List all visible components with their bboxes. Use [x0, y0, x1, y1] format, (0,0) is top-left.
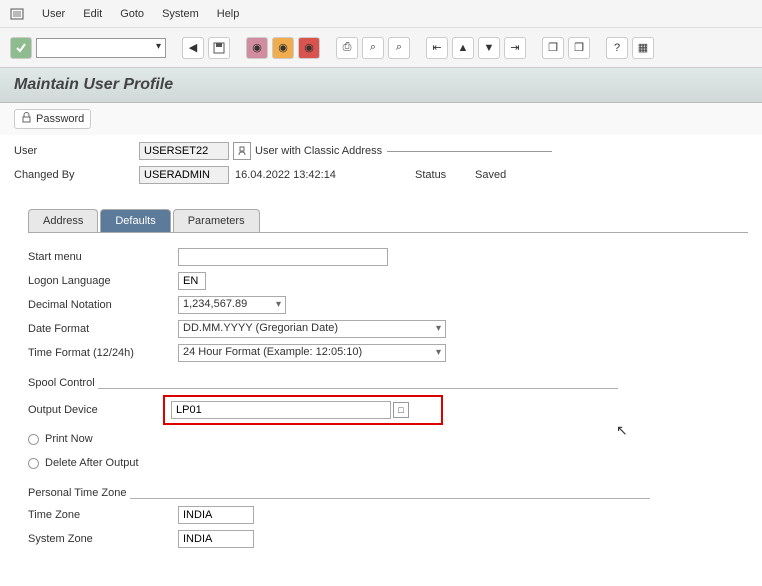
- menu-system[interactable]: System: [162, 8, 199, 20]
- back-btn-icon[interactable]: ◉: [246, 37, 268, 59]
- start-menu-field[interactable]: [178, 248, 388, 266]
- decimal-label: Decimal Notation: [28, 299, 178, 311]
- prev-page-icon[interactable]: ▲: [452, 37, 474, 59]
- find-next-icon[interactable]: ⌕: [388, 37, 410, 59]
- find-icon[interactable]: ⌕: [362, 37, 384, 59]
- tab-content-defaults: Start menu Logon Language Decimal Notati…: [0, 233, 762, 567]
- status-value: Saved: [475, 169, 506, 181]
- timezone-field[interactable]: [178, 506, 254, 524]
- tab-address[interactable]: Address: [28, 209, 98, 232]
- logon-lang-field[interactable]: [178, 272, 206, 290]
- time-format-dropdown[interactable]: 24 Hour Format (Example: 12:05:10): [178, 344, 446, 362]
- print-now-label: Print Now: [45, 433, 93, 445]
- tab-strip: Address Defaults Parameters: [28, 201, 748, 233]
- user-info-icon[interactable]: [233, 142, 251, 160]
- page-title: Maintain User Profile: [0, 68, 762, 103]
- user-field: [139, 142, 229, 160]
- user-label: User: [14, 145, 139, 157]
- menu-user[interactable]: User: [42, 8, 65, 20]
- changed-ts: 16.04.2022 13:42:14: [235, 169, 375, 181]
- layout-menu-icon[interactable]: ▦: [632, 37, 654, 59]
- delete-after-radio[interactable]: [28, 458, 39, 469]
- search-help-icon[interactable]: □: [393, 402, 409, 418]
- print-icon[interactable]: ⎙: [336, 37, 358, 59]
- password-label: Password: [36, 113, 84, 125]
- save-icon[interactable]: [208, 37, 230, 59]
- toolbar: ◀ ◉ ◉ ◉ ⎙ ⌕ ⌕ ⇤ ▲ ▼ ⇥ ❐ ❒ ? ▦: [0, 28, 762, 68]
- timezone-label: Time Zone: [28, 509, 178, 521]
- status-label: Status: [415, 169, 475, 181]
- output-device-field[interactable]: [171, 401, 391, 419]
- shortcut-icon[interactable]: ❒: [568, 37, 590, 59]
- command-field[interactable]: [36, 38, 166, 58]
- enter-icon[interactable]: [10, 37, 32, 59]
- user-desc: User with Classic Address: [255, 145, 382, 157]
- menu-bar: User Edit Goto System Help: [0, 0, 762, 28]
- password-button[interactable]: Password: [14, 109, 91, 129]
- tz-group-label: Personal Time Zone: [28, 487, 734, 499]
- delete-after-label: Delete After Output: [45, 457, 139, 469]
- menu-goto[interactable]: Goto: [120, 8, 144, 20]
- tab-parameters[interactable]: Parameters: [173, 209, 260, 232]
- decimal-dropdown[interactable]: 1,234,567.89: [178, 296, 286, 314]
- exit-icon[interactable]: ◉: [272, 37, 294, 59]
- last-page-icon[interactable]: ⇥: [504, 37, 526, 59]
- first-page-icon[interactable]: ⇤: [426, 37, 448, 59]
- logon-lang-label: Logon Language: [28, 275, 178, 287]
- header-divider: [387, 151, 552, 152]
- changed-by-field: [139, 166, 229, 184]
- print-now-radio[interactable]: [28, 434, 39, 445]
- cancel-icon[interactable]: ◉: [298, 37, 320, 59]
- output-device-label: Output Device: [28, 404, 163, 416]
- lock-icon: [21, 112, 32, 126]
- start-menu-label: Start menu: [28, 251, 178, 263]
- system-zone-field: [178, 530, 254, 548]
- header-form: User User with Classic Address Changed B…: [0, 135, 762, 201]
- sub-toolbar: Password: [0, 103, 762, 135]
- date-format-dropdown[interactable]: DD.MM.YYYY (Gregorian Date): [178, 320, 446, 338]
- system-zone-label: System Zone: [28, 533, 178, 545]
- output-device-highlight: □: [163, 395, 443, 425]
- spool-group-label: Spool Control: [28, 377, 734, 389]
- app-icon: [10, 7, 24, 21]
- back-icon[interactable]: ◀: [182, 37, 204, 59]
- help-icon[interactable]: ?: [606, 37, 628, 59]
- menu-help[interactable]: Help: [217, 8, 240, 20]
- menu-edit[interactable]: Edit: [83, 8, 102, 20]
- date-format-label: Date Format: [28, 323, 178, 335]
- changed-by-label: Changed By: [14, 169, 139, 181]
- tab-defaults[interactable]: Defaults: [100, 209, 170, 232]
- time-format-label: Time Format (12/24h): [28, 347, 178, 359]
- new-session-icon[interactable]: ❐: [542, 37, 564, 59]
- next-page-icon[interactable]: ▼: [478, 37, 500, 59]
